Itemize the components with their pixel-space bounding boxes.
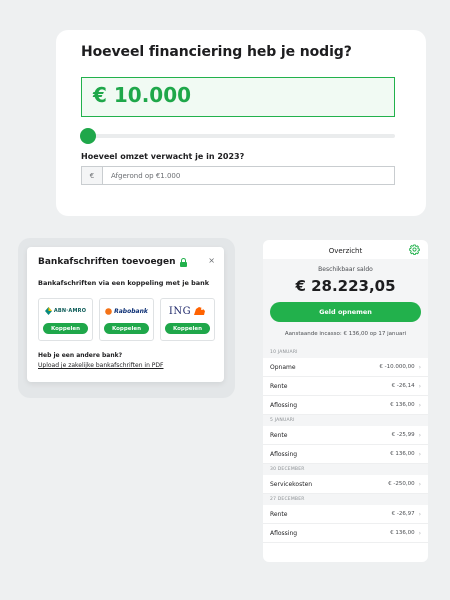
ing-logo: ING: [161, 305, 214, 317]
transaction-amount: € -26,97: [391, 511, 415, 517]
revenue-question-label: Hoeveel omzet verwacht je in 2023?: [81, 152, 245, 161]
gear-icon[interactable]: [409, 244, 420, 255]
transaction-label: Aflossing: [270, 401, 298, 409]
withdraw-money-button[interactable]: Geld opnemen: [270, 302, 421, 322]
financing-amount-value: € 10.000: [93, 83, 192, 107]
overview-title: Overzicht: [328, 247, 363, 255]
transaction-label: Aflossing: [270, 529, 298, 537]
upload-pdf-link[interactable]: Upload je zakelijke bankafschriften in P…: [38, 362, 163, 369]
financing-amount-field[interactable]: € 10.000: [81, 77, 395, 117]
transaction-row[interactable]: Aflossing € 136,00 ›: [263, 524, 428, 543]
transaction-row[interactable]: Aflossing € 136,00 ›: [263, 445, 428, 464]
bank-modal-title: Bankafschriften toevoegen: [38, 257, 176, 267]
chevron-right-icon: ›: [418, 510, 421, 518]
chevron-right-icon: ›: [418, 480, 421, 488]
lock-icon: [179, 257, 187, 267]
balance-label: Beschikbaar saldo: [318, 266, 373, 273]
transaction-label: Aflossing: [270, 450, 298, 458]
bank-modal-title-row: Bankafschriften toevoegen: [38, 257, 187, 267]
currency-prefix: €: [82, 167, 103, 184]
transaction-label: Rente: [270, 431, 288, 439]
transaction-date-header: 5 JANUARI: [263, 415, 428, 426]
transaction-label: Servicekosten: [270, 480, 313, 488]
balance-amount: € 28.223,05: [295, 277, 396, 295]
revenue-field[interactable]: €: [81, 166, 395, 185]
transaction-row[interactable]: Opname € -10.000,00 ›: [263, 358, 428, 377]
transaction-amount: € -250,00: [388, 481, 415, 487]
transaction-list: 10 JANUARI Opname € -10.000,00 › Rente €…: [263, 347, 428, 543]
connect-abn-amro-button[interactable]: Koppelen: [43, 323, 88, 334]
balance-section: Beschikbaar saldo € 28.223,05 Geld opnem…: [263, 259, 428, 347]
financing-slider-track[interactable]: [81, 134, 395, 138]
transaction-amount: € 136,00: [390, 451, 415, 457]
financing-slider-handle[interactable]: [80, 128, 96, 144]
transaction-label: Rente: [270, 382, 288, 390]
transaction-label: Rente: [270, 510, 288, 518]
connect-ing-button[interactable]: Koppelen: [165, 323, 210, 334]
bank-tile-ing: ING Koppelen: [160, 298, 215, 341]
rabobank-logo: Rabobank: [100, 305, 153, 317]
transaction-amount: € -26,14: [391, 383, 415, 389]
transaction-label: Opname: [270, 363, 296, 371]
close-icon[interactable]: ×: [208, 256, 215, 265]
chevron-right-icon: ›: [418, 363, 421, 371]
overview-panel: Overzicht Beschikbaar saldo € 28.223,05 …: [263, 240, 428, 562]
transaction-row[interactable]: Rente € -26,14 ›: [263, 377, 428, 396]
abn-amro-logo: ABN·AMRO: [39, 305, 92, 317]
financing-card: Hoeveel financiering heb je nodig? € 10.…: [56, 30, 426, 216]
transaction-date-header: 30 DECEMBER: [263, 464, 428, 475]
chevron-right-icon: ›: [418, 529, 421, 537]
bank-tile-rabobank: Rabobank Koppelen: [99, 298, 154, 341]
transaction-date-header: 10 JANUARI: [263, 347, 428, 358]
chevron-right-icon: ›: [418, 382, 421, 390]
revenue-input[interactable]: [103, 167, 394, 184]
transaction-row[interactable]: Servicekosten € -250,00 ›: [263, 475, 428, 494]
transaction-row[interactable]: Rente € -25,99 ›: [263, 426, 428, 445]
financing-title: Hoeveel financiering heb je nodig?: [81, 44, 352, 60]
transaction-row[interactable]: Aflossing € 136,00 ›: [263, 396, 428, 415]
bank-modal-subtitle: Bankafschriften via een koppeling met je…: [38, 279, 210, 287]
transaction-amount: € -25,99: [391, 432, 415, 438]
upcoming-debit-note: Aanstaande incasso: € 136,00 op 17 janua…: [284, 331, 407, 337]
bank-statements-modal: Bankafschriften toevoegen × Bankafschrif…: [27, 247, 224, 382]
chevron-right-icon: ›: [418, 401, 421, 409]
transaction-row[interactable]: Rente € -26,97 ›: [263, 505, 428, 524]
chevron-right-icon: ›: [418, 450, 421, 458]
bank-tile-abn-amro: ABN·AMRO Koppelen: [38, 298, 93, 341]
transaction-date-header: 27 DECEMBER: [263, 494, 428, 505]
transaction-amount: € 136,00: [390, 530, 415, 536]
transaction-amount: € -10.000,00: [379, 364, 415, 370]
other-bank-question: Heb je een andere bank?: [38, 352, 123, 359]
connect-rabobank-button[interactable]: Koppelen: [104, 323, 149, 334]
chevron-right-icon: ›: [418, 431, 421, 439]
transaction-amount: € 136,00: [390, 402, 415, 408]
